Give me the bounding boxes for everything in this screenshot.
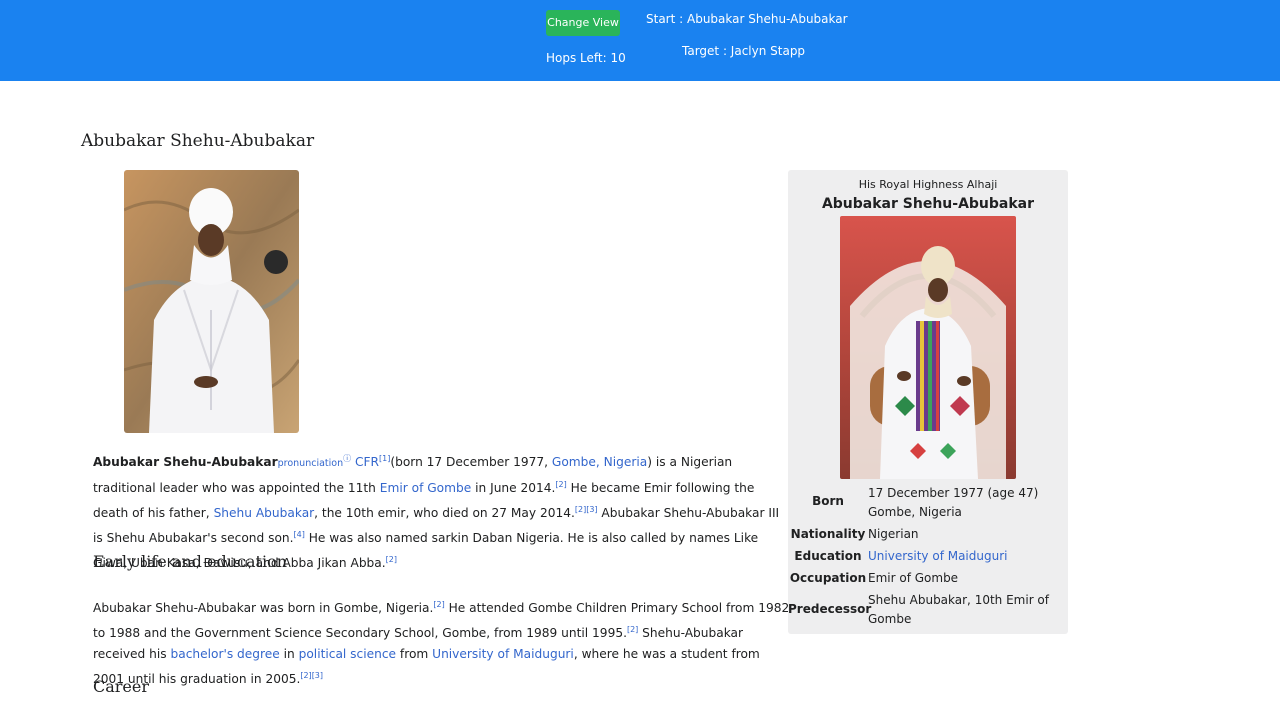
infobox-value-occupation: Emir of Gombe <box>868 571 959 585</box>
ref-4[interactable]: [4] <box>294 530 305 539</box>
ref-2[interactable]: [2] <box>627 625 638 634</box>
shehu-abubakar-link[interactable]: Shehu Abubakar <box>214 506 315 520</box>
political-science-link[interactable]: political science <box>299 647 396 661</box>
bachelors-degree-link[interactable]: bachelor's degree <box>170 647 279 661</box>
university-of-maiduguri-link[interactable]: University of Maiduguri <box>432 647 574 661</box>
ref-2[interactable]: [2] <box>386 555 397 564</box>
lead-portrait-image <box>124 170 299 433</box>
infobox-row-born: Born 17 December 1977 (age 47) Gombe, Ni… <box>788 484 1068 524</box>
gombe-nigeria-link[interactable]: Gombe, Nigeria <box>552 455 647 469</box>
infobox-portrait-image <box>840 216 1016 479</box>
infobox-value-predecessor: Shehu Abubakar, 10th Emir of Gombe <box>868 593 1050 626</box>
hops-left-counter: Hops Left: 10 <box>546 51 626 65</box>
ref-3[interactable]: [3] <box>586 505 597 514</box>
target-article-label: Target : Jaclyn Stapp <box>682 44 806 58</box>
pronunciation-link[interactable]: pronunciation <box>278 458 343 469</box>
infobox-row-education: Education University of Maiduguri <box>788 547 1068 567</box>
infobox-label-occupation: Occupation <box>789 571 867 585</box>
ref-2[interactable]: [2] <box>575 505 586 514</box>
change-view-button[interactable]: Change View <box>546 10 620 36</box>
infobox-row-nationality: Nationality Nigerian <box>788 525 1068 545</box>
infobox: His Royal Highness Alhaji Abubakar Shehu… <box>788 170 1068 634</box>
section-heading-early-life: Early life and education <box>93 552 287 571</box>
infobox-label-nationality: Nationality <box>790 527 866 541</box>
page-title: Abubakar Shehu-Abubakar <box>81 131 315 151</box>
infobox-label-education: Education <box>794 549 862 563</box>
ref-1[interactable]: [1] <box>379 454 390 463</box>
early-life-paragraph: Abubakar Shehu-Abubakar was born in Gomb… <box>93 600 790 687</box>
pronunciation-audio-icon[interactable]: ⓘ <box>343 454 351 463</box>
emir-of-gombe-link[interactable]: Emir of Gombe <box>380 481 471 495</box>
infobox-value-born: 17 December 1977 (age 47) Gombe, Nigeria <box>868 486 1039 519</box>
cfr-link[interactable]: CFR <box>355 455 379 469</box>
infobox-row-occupation: Occupation Emir of Gombe <box>788 569 1068 589</box>
top-bar: Change View Hops Left: 10 Start : Abubak… <box>0 0 1280 81</box>
ref-2[interactable]: [2] <box>555 480 566 489</box>
infobox-value-nationality: Nigerian <box>868 527 919 541</box>
ref-3[interactable]: [3] <box>312 671 323 680</box>
infobox-value-education-link[interactable]: University of Maiduguri <box>868 547 1060 566</box>
start-article-label: Start : Abubakar Shehu-Abubakar <box>646 12 848 26</box>
infobox-name: Abubakar Shehu-Abubakar <box>821 196 1035 212</box>
article-subject-name: Abubakar Shehu-Abubakar <box>93 455 278 470</box>
ref-2[interactable]: [2] <box>433 600 444 609</box>
ref-2[interactable]: [2] <box>300 671 311 680</box>
infobox-row-predecessor: Predecessor Shehu Abubakar, 10th Emir of… <box>788 591 1068 631</box>
infobox-label-predecessor: Predecessor <box>788 602 872 616</box>
infobox-honorific: His Royal Highness Alhaji <box>858 178 998 191</box>
section-heading-career: Career <box>93 677 150 696</box>
infobox-label-born: Born <box>812 494 844 508</box>
